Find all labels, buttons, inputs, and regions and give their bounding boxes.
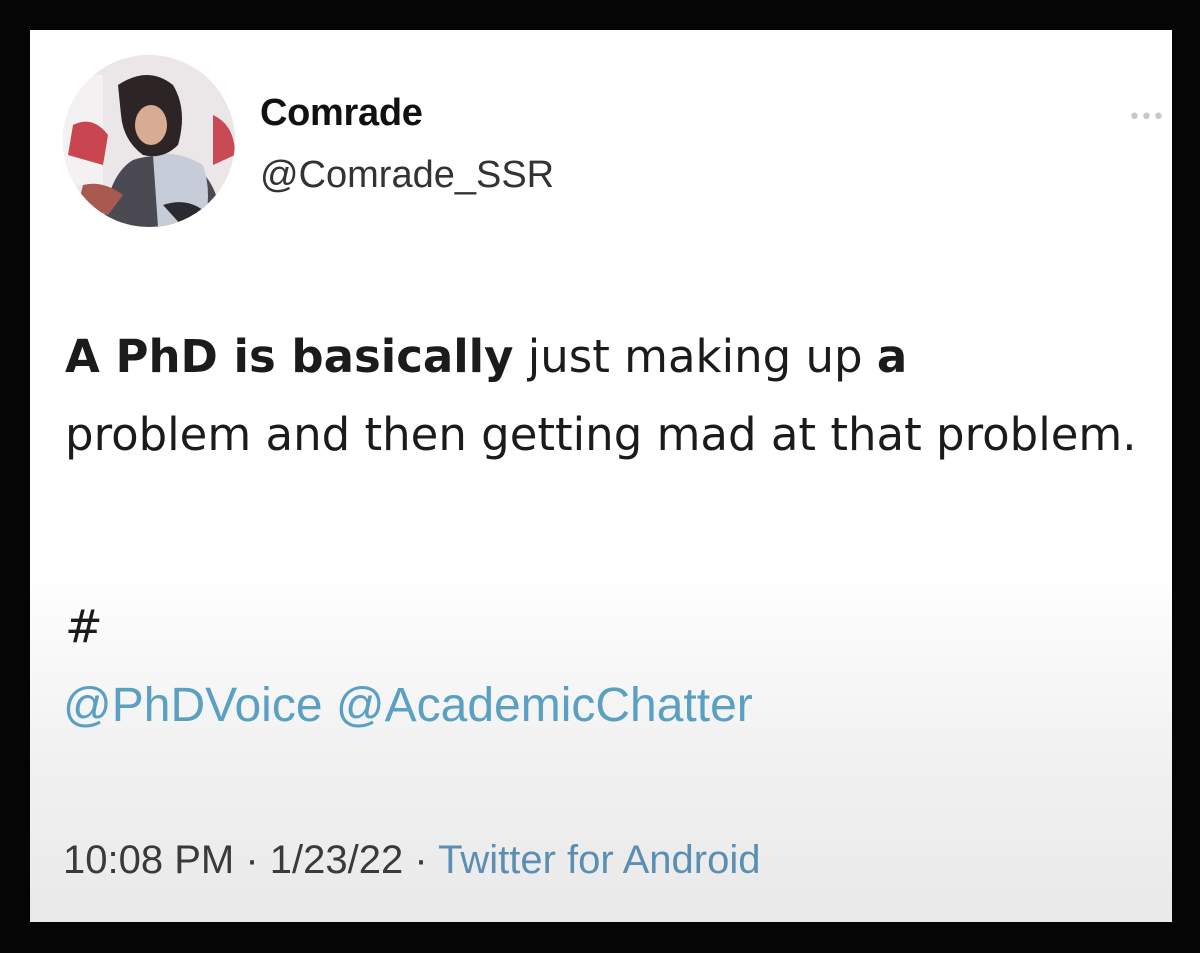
tweet-time[interactable]: 10:08 PM xyxy=(63,838,234,882)
mentions: @PhDVoice @AcademicChatter xyxy=(63,678,753,733)
avatar-photo xyxy=(63,55,235,227)
tweet-text-part-1: just making up xyxy=(513,330,877,383)
display-name[interactable]: Comrade xyxy=(260,92,423,135)
tweet-card: Comrade @Comrade_SSR ••• A PhD is basica… xyxy=(30,30,1172,922)
meta-separator: · xyxy=(414,838,428,882)
image-frame: Comrade @Comrade_SSR ••• A PhD is basica… xyxy=(0,0,1200,953)
tweet-text-bold-2: a xyxy=(876,330,908,383)
avatar[interactable] xyxy=(63,55,235,227)
mention-phdvoice[interactable]: @PhDVoice xyxy=(63,679,323,732)
tweet-text-part-2: problem and then getting mad at that pro… xyxy=(65,408,1137,461)
hashtag[interactable]: # xyxy=(65,600,103,653)
user-handle[interactable]: @Comrade_SSR xyxy=(260,154,554,197)
tweet-date[interactable]: 1/23/22 xyxy=(270,838,403,882)
more-dots-icon[interactable]: ••• xyxy=(1128,105,1165,130)
tweet-source[interactable]: Twitter for Android xyxy=(438,838,760,882)
tweet-meta: 10:08 PM · 1/23/22 · Twitter for Android xyxy=(63,838,760,883)
tweet-text-bold-1: A PhD is basically xyxy=(65,330,514,383)
mention-academicchatter[interactable]: @AcademicChatter xyxy=(336,679,753,732)
tweet-text: A PhD is basically just making up a probl… xyxy=(65,318,1165,474)
meta-separator: · xyxy=(245,838,259,882)
